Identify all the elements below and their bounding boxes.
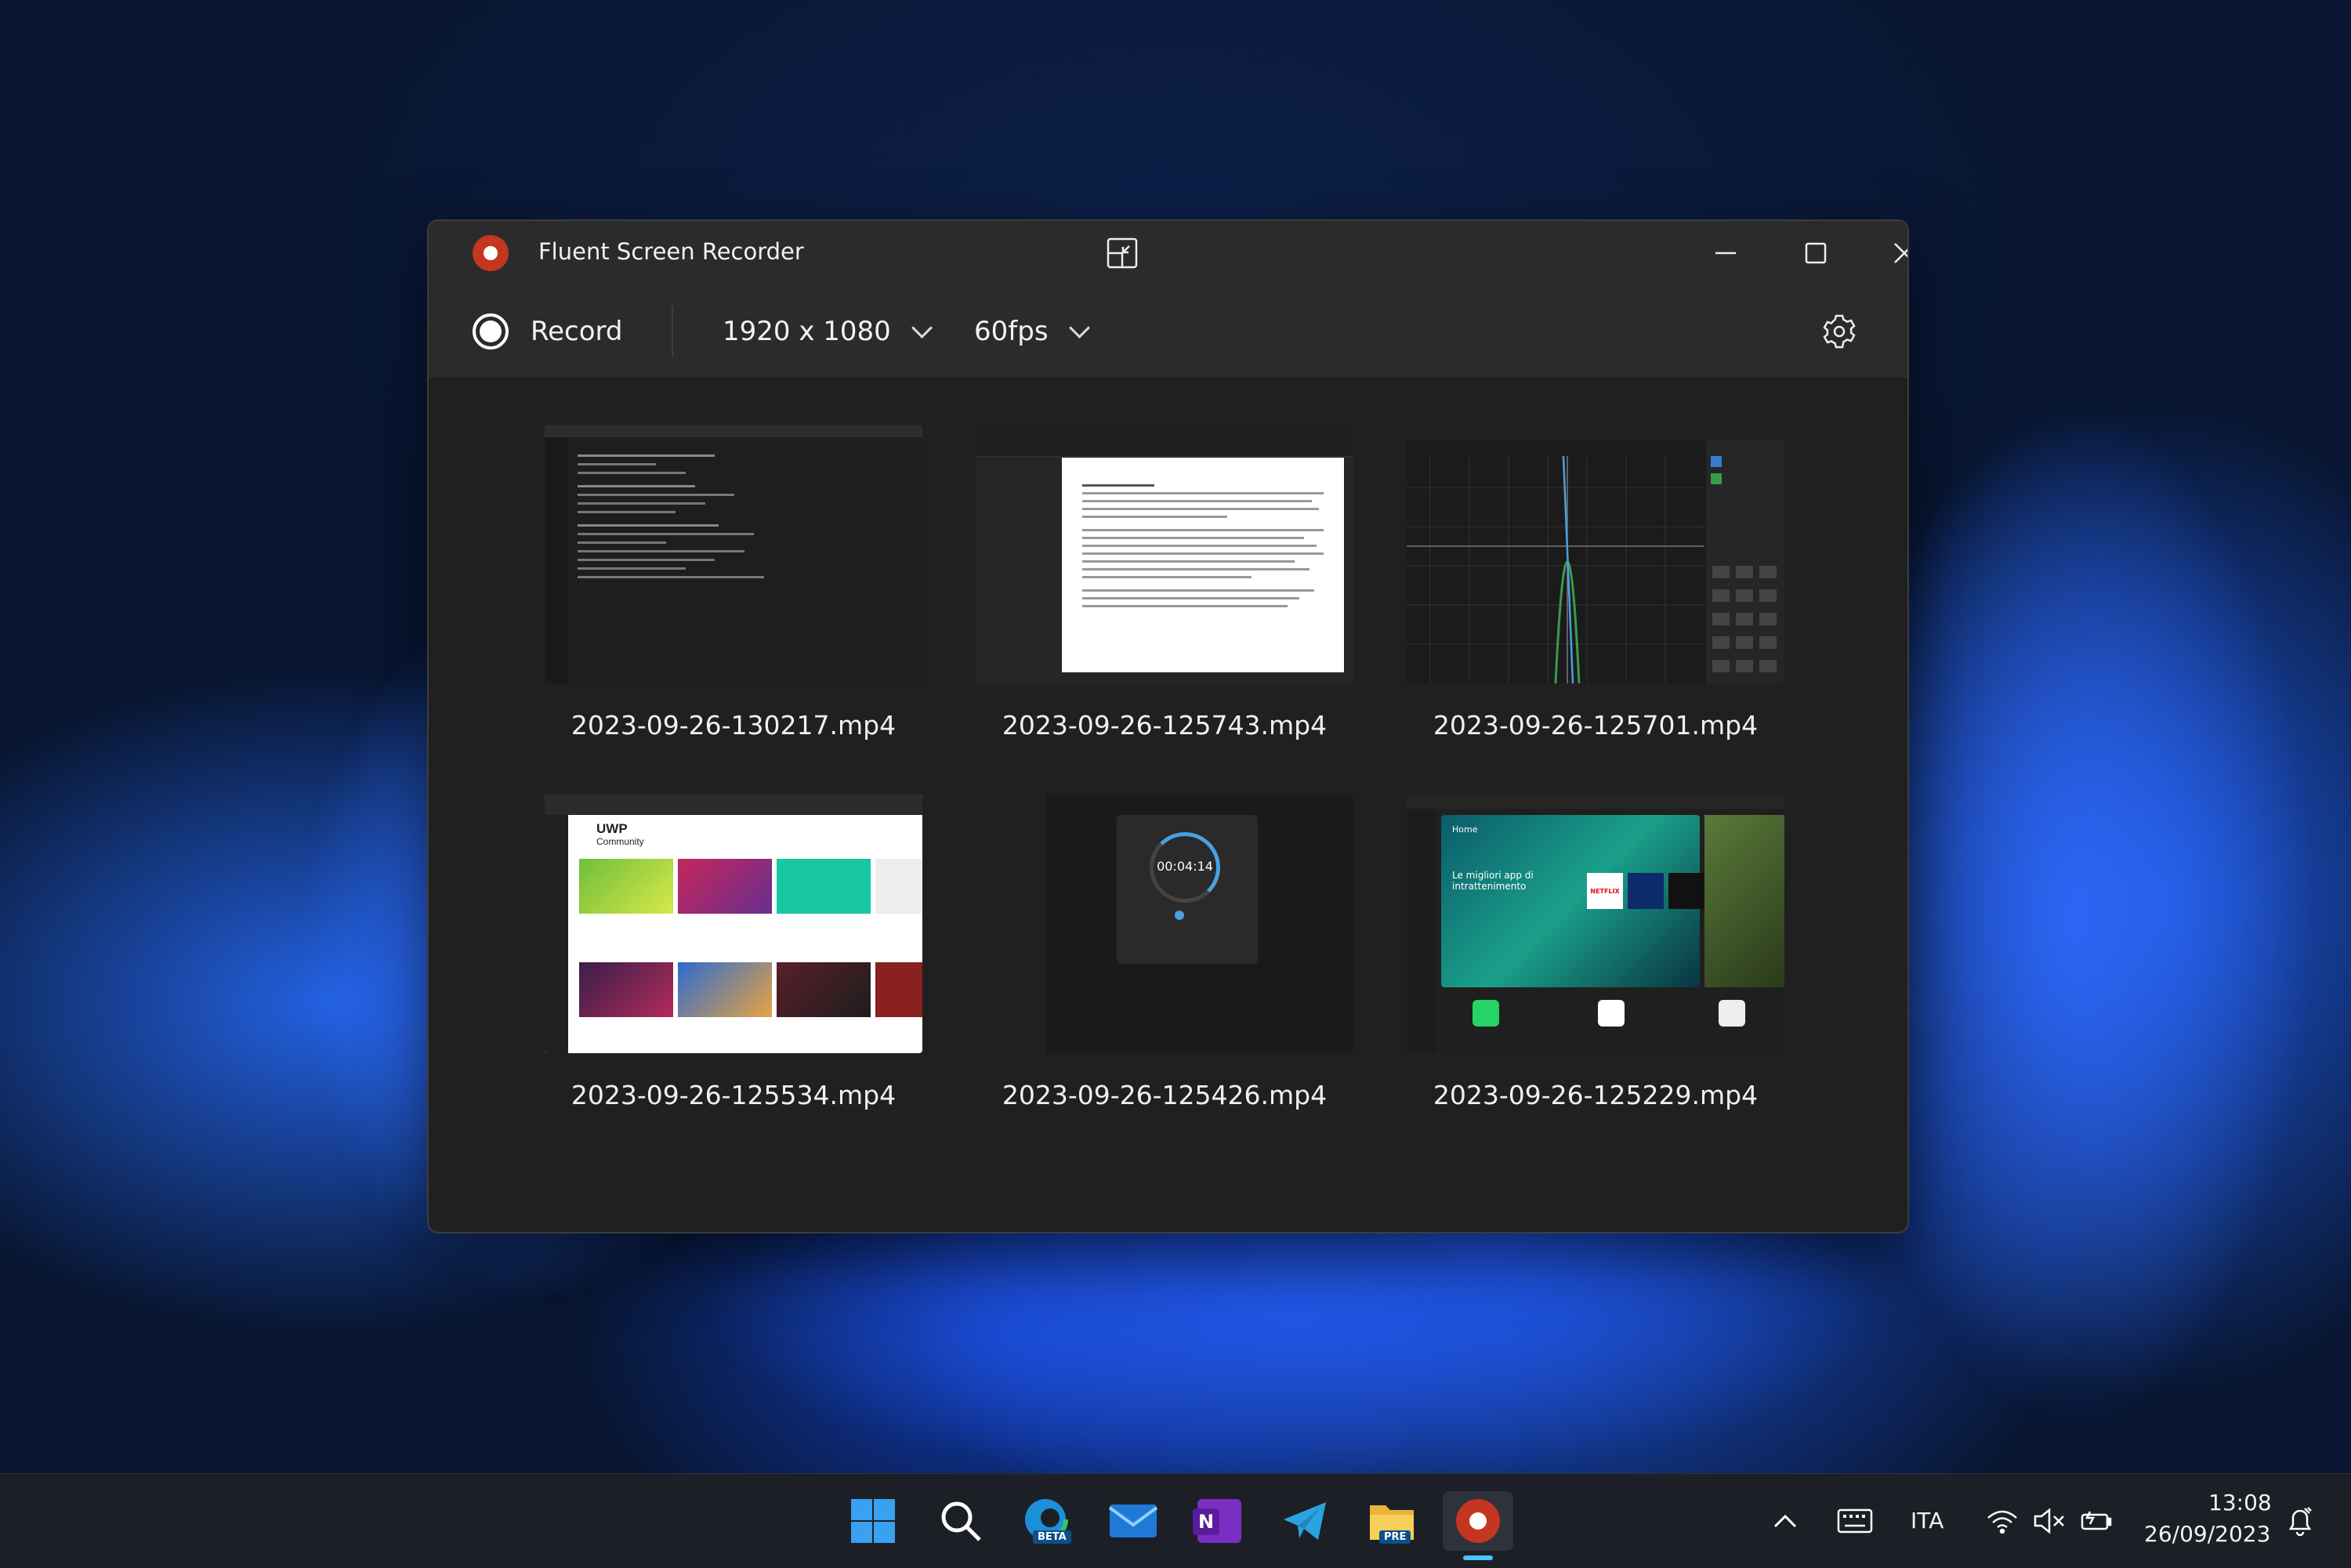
toolbar: Record 1920 x 1080 60fps (429, 285, 1907, 378)
title-bar[interactable]: Fluent Screen Recorder (429, 221, 1907, 285)
resolution-dropdown[interactable]: 1920 x 1080 (723, 307, 933, 356)
recording-filename: 2023-09-26-125426.mp4 (1002, 1080, 1328, 1110)
store-home-label: Home (1452, 824, 1478, 835)
battery-charging-icon[interactable] (2069, 1491, 2124, 1551)
mail-icon[interactable] (1103, 1491, 1163, 1551)
recording-card[interactable]: 00:04:14 2023-09-26-125426.mp4 (976, 795, 1353, 1110)
taskbar: BETA N PRE ITA 13:08 26/09/2023 (0, 1473, 2351, 1568)
onenote-letter: N (1193, 1508, 1219, 1535)
maximize-button[interactable] (1773, 221, 1859, 285)
uwp-logo-text: UWP (596, 821, 628, 836)
wallpaper-bloom (1842, 407, 2312, 1426)
resolution-value: 1920 x 1080 (723, 316, 891, 347)
close-icon (1894, 243, 1907, 263)
minimize-button[interactable] (1683, 221, 1769, 285)
windows-start-icon[interactable] (843, 1491, 903, 1551)
toolbar-divider (672, 306, 673, 357)
clock-date[interactable]: 26/09/2023 (2144, 1521, 2270, 1547)
edge-beta-icon[interactable]: BETA (1017, 1491, 1077, 1551)
recording-filename: 2023-09-26-125743.mp4 (1002, 710, 1328, 741)
clock-time[interactable]: 13:08 (2208, 1490, 2272, 1515)
recording-filename: 2023-09-26-130217.mp4 (571, 710, 897, 741)
recording-thumbnail (976, 425, 1353, 683)
record-icon (473, 313, 509, 349)
recording-thumbnail (545, 425, 922, 683)
chevron-up-icon[interactable] (1762, 1491, 1809, 1551)
recording-card[interactable]: 2023-09-26-125701.mp4 (1407, 425, 1784, 741)
recording-card[interactable]: 2023-09-26-130217.mp4 (545, 425, 922, 741)
store-headline: Le migliori app di intrattenimento (1452, 870, 1534, 892)
recording-card[interactable]: Home Le migliori app di intrattenimento … (1407, 795, 1784, 1110)
close-button[interactable] (1861, 221, 1907, 285)
recording-filename: 2023-09-26-125534.mp4 (571, 1080, 897, 1110)
record-button[interactable]: Record (473, 307, 622, 356)
recording-thumbnail: Home Le migliori app di intrattenimento … (1407, 795, 1784, 1053)
recording-card[interactable]: UWP Community 2023-09-26-125534.mp4 (545, 795, 922, 1110)
app-window: Fluent Screen Recorder Record 1920 x 108… (427, 219, 1909, 1233)
file-explorer-preview-icon[interactable]: PRE (1362, 1491, 1422, 1551)
recording-thumbnail: 00:04:14 (976, 795, 1353, 1053)
recording-filename: 2023-09-26-125701.mp4 (1433, 710, 1759, 741)
telegram-icon[interactable] (1276, 1491, 1335, 1551)
chevron-down-icon (1068, 317, 1090, 339)
recording-filename: 2023-09-26-125229.mp4 (1433, 1080, 1759, 1110)
uwp-logo-subtext: Community (596, 836, 644, 847)
app-record-icon (473, 235, 509, 271)
compact-overlay-button[interactable] (1079, 221, 1165, 285)
pre-badge: PRE (1379, 1530, 1411, 1544)
keyboard-icon[interactable] (1828, 1491, 1882, 1551)
beta-badge: BETA (1033, 1530, 1071, 1544)
compact-overlay-icon (1107, 237, 1138, 269)
gear-icon (1823, 314, 1856, 349)
fluent-screen-recorder-icon[interactable] (1443, 1491, 1513, 1560)
graph-preview (1407, 425, 1784, 683)
recording-card[interactable]: 2023-09-26-125743.mp4 (976, 425, 1353, 741)
language-indicator[interactable]: ITA (1911, 1508, 1943, 1534)
settings-button[interactable] (1815, 307, 1864, 356)
app-title: Fluent Screen Recorder (538, 238, 804, 265)
onenote-icon[interactable]: N (1190, 1491, 1249, 1551)
chevron-down-icon (911, 317, 933, 339)
netflix-tile: NETFLIX (1587, 873, 1623, 909)
recording-thumbnail (1407, 425, 1784, 683)
framerate-dropdown[interactable]: 60fps (974, 307, 1090, 356)
search-icon[interactable] (931, 1491, 991, 1551)
notification-bell-icon[interactable] (2273, 1491, 2327, 1551)
framerate-value: 60fps (974, 316, 1049, 347)
minimize-icon (1715, 252, 1736, 255)
record-label: Record (531, 316, 623, 347)
maximize-icon (1805, 242, 1827, 264)
recording-thumbnail: UWP Community (545, 795, 922, 1053)
timer-readout: 00:04:14 (1157, 859, 1213, 874)
